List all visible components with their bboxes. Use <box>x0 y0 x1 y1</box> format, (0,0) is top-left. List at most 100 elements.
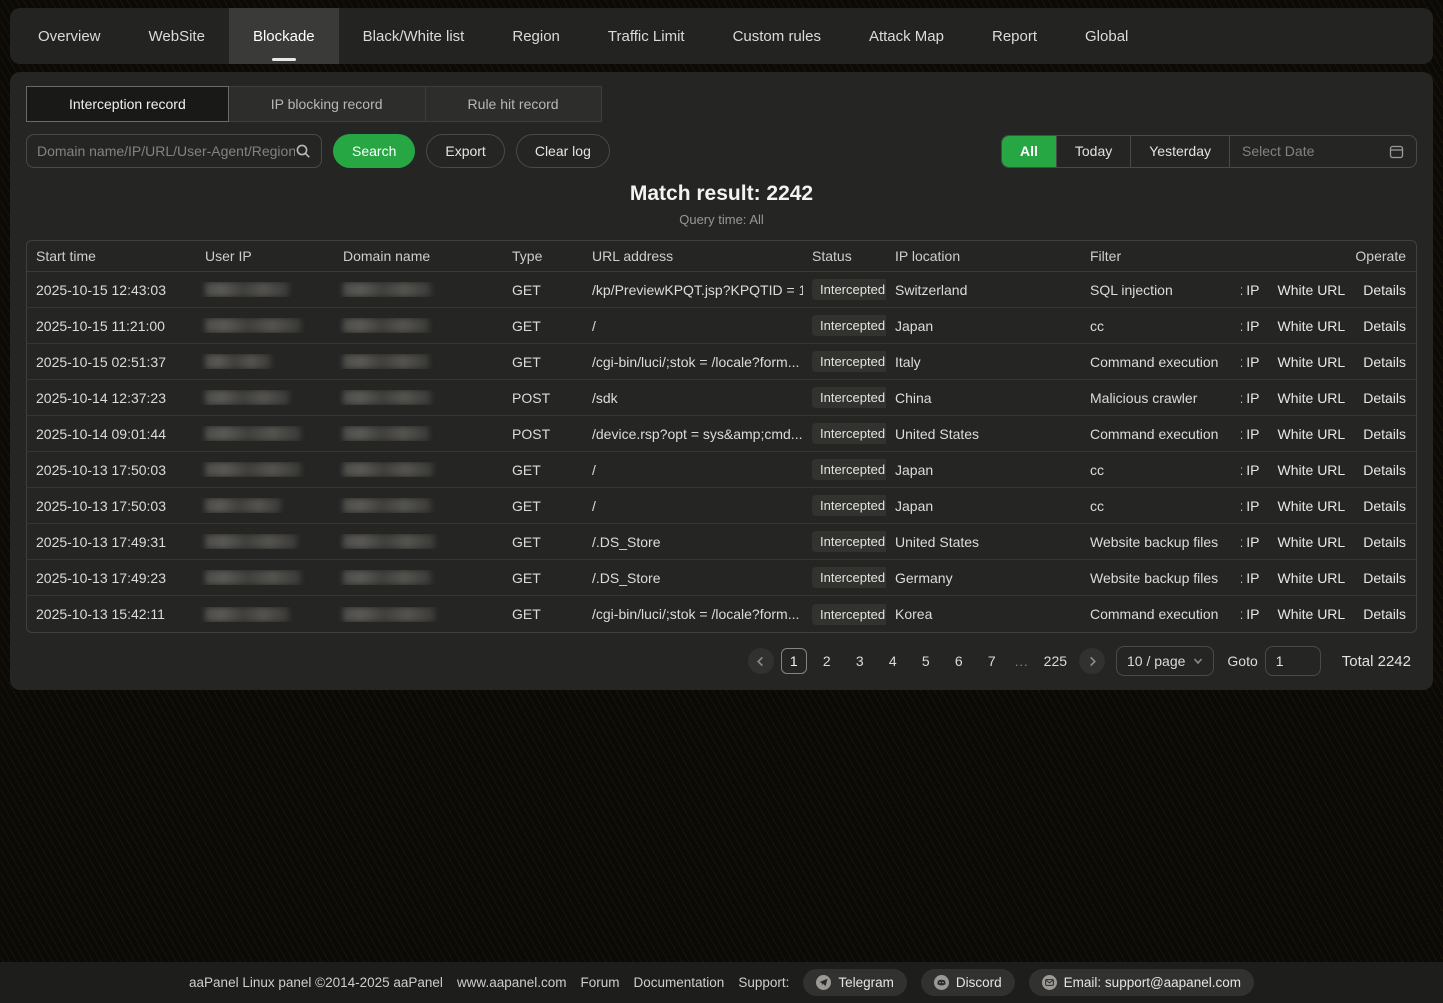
cell-ip-location: Italy <box>886 354 1081 370</box>
footer: aaPanel Linux panel ©2014-2025 aaPanelww… <box>0 962 1443 1003</box>
col-header-url-address: URL address <box>583 248 803 264</box>
cell-type: GET <box>503 354 583 370</box>
date-option-yesterday[interactable]: Yesterday <box>1131 136 1230 167</box>
support-button-telegram[interactable]: Telegram <box>803 969 907 996</box>
redacted-domain <box>343 607 435 622</box>
prev-page-button[interactable] <box>748 648 774 674</box>
action-details[interactable]: Details <box>1363 570 1406 586</box>
table-row: 2025-10-13 15:42:11GET/cgi-bin/luci/;sto… <box>27 596 1416 632</box>
action-white-url[interactable]: White URL <box>1278 570 1346 586</box>
nav-item-traffic-limit[interactable]: Traffic Limit <box>584 8 709 64</box>
action-block-ip[interactable]: Block IP <box>1241 390 1260 406</box>
action-block-ip[interactable]: Block IP <box>1241 318 1260 334</box>
select-date-field[interactable]: Select Date <box>1230 136 1416 167</box>
action-details[interactable]: Details <box>1363 282 1406 298</box>
support-button-discord[interactable]: Discord <box>921 969 1015 996</box>
page-5[interactable]: 5 <box>913 648 939 674</box>
action-details[interactable]: Details <box>1363 354 1406 370</box>
action-details[interactable]: Details <box>1363 426 1406 442</box>
table-row: 2025-10-14 09:01:44POST/device.rsp?opt =… <box>27 416 1416 452</box>
cell-url: / <box>583 498 803 514</box>
action-white-url[interactable]: White URL <box>1278 282 1346 298</box>
page-size-select[interactable]: 10 / page <box>1116 646 1214 676</box>
action-block-ip[interactable]: Block IP <box>1241 570 1260 586</box>
page-ellipsis[interactable]: ... <box>1012 654 1032 669</box>
top-navigation: OverviewWebSiteBlockadeBlack/White listR… <box>10 8 1433 64</box>
support-button-email[interactable]: Email: support@aapanel.com <box>1029 969 1254 996</box>
footer-link-documentation[interactable]: Documentation <box>634 975 725 990</box>
redacted-user-ip <box>205 318 301 333</box>
action-details[interactable]: Details <box>1363 318 1406 334</box>
action-details[interactable]: Details <box>1363 534 1406 550</box>
nav-item-region[interactable]: Region <box>488 8 584 64</box>
action-block-ip[interactable]: Block IP <box>1241 498 1260 514</box>
page-2[interactable]: 2 <box>814 648 840 674</box>
action-white-url[interactable]: White URL <box>1278 498 1346 514</box>
action-block-ip[interactable]: Block IP <box>1241 426 1260 442</box>
date-filter: AllTodayYesterdaySelect Date <box>1001 135 1417 168</box>
action-block-ip[interactable]: Block IP <box>1241 606 1260 622</box>
page-225[interactable]: 225 <box>1039 648 1072 674</box>
cell-operate: Block IP White URL Details <box>1241 498 1416 514</box>
nav-item-blockade[interactable]: Blockade <box>229 8 339 64</box>
cell-type: GET <box>503 606 583 622</box>
nav-item-global[interactable]: Global <box>1061 8 1152 64</box>
action-details[interactable]: Details <box>1363 498 1406 514</box>
cell-operate: Block IP White URL Details <box>1241 426 1416 442</box>
nav-item-attack-map[interactable]: Attack Map <box>845 8 968 64</box>
action-details[interactable]: Details <box>1363 606 1406 622</box>
cell-domain-name <box>334 607 503 622</box>
nav-item-black-white-list[interactable]: Black/White list <box>339 8 489 64</box>
action-white-url[interactable]: White URL <box>1278 318 1346 334</box>
clear-log-button[interactable]: Clear log <box>516 134 610 168</box>
footer-link-forum[interactable]: Forum <box>581 975 620 990</box>
action-white-url[interactable]: White URL <box>1278 354 1346 370</box>
action-block-ip[interactable]: Block IP <box>1241 534 1260 550</box>
search-box[interactable] <box>26 134 322 168</box>
action-white-url[interactable]: White URL <box>1278 606 1346 622</box>
action-block-ip[interactable]: Block IP <box>1241 462 1260 478</box>
search-button[interactable]: Search <box>333 134 415 168</box>
nav-item-website[interactable]: WebSite <box>125 8 229 64</box>
nav-item-custom-rules[interactable]: Custom rules <box>709 8 845 64</box>
date-option-all[interactable]: All <box>1002 136 1057 167</box>
page-4[interactable]: 4 <box>880 648 906 674</box>
cell-user-ip <box>196 354 334 369</box>
redacted-domain <box>343 462 433 477</box>
blockade-panel: Interception recordIP blocking recordRul… <box>10 72 1433 690</box>
col-header-operate: Operate <box>1241 248 1416 264</box>
action-block-ip[interactable]: Block IP <box>1241 282 1260 298</box>
date-option-today[interactable]: Today <box>1057 136 1131 167</box>
result-summary: Match result: 2242 Query time: All <box>26 182 1417 227</box>
redacted-domain <box>343 534 435 549</box>
tab-rule-hit-record[interactable]: Rule hit record <box>426 86 602 122</box>
goto-page-input[interactable] <box>1265 646 1321 676</box>
search-input[interactable] <box>37 143 295 159</box>
cell-status: Intercepted <box>803 279 886 300</box>
action-details[interactable]: Details <box>1363 462 1406 478</box>
page-3[interactable]: 3 <box>847 648 873 674</box>
action-block-ip[interactable]: Block IP <box>1241 354 1260 370</box>
action-white-url[interactable]: White URL <box>1278 534 1346 550</box>
page-1[interactable]: 1 <box>781 648 807 674</box>
table-body: 2025-10-15 12:43:03GET/kp/PreviewKPQT.js… <box>27 272 1416 632</box>
export-button[interactable]: Export <box>426 134 504 168</box>
calendar-icon[interactable] <box>1389 144 1404 159</box>
cell-filter: Command execution <box>1081 426 1241 442</box>
action-white-url[interactable]: White URL <box>1278 390 1346 406</box>
action-white-url[interactable]: White URL <box>1278 462 1346 478</box>
search-icon[interactable] <box>295 143 311 159</box>
action-details[interactable]: Details <box>1363 390 1406 406</box>
interception-table: Start timeUser IPDomain nameTypeURL addr… <box>26 240 1417 633</box>
action-white-url[interactable]: White URL <box>1278 426 1346 442</box>
tab-interception-record[interactable]: Interception record <box>26 86 229 122</box>
site-link[interactable]: www.aapanel.com <box>457 975 567 990</box>
page-7[interactable]: 7 <box>979 648 1005 674</box>
next-page-button[interactable] <box>1079 648 1105 674</box>
nav-item-overview[interactable]: Overview <box>14 8 125 64</box>
cell-domain-name <box>334 570 503 585</box>
page-6[interactable]: 6 <box>946 648 972 674</box>
tab-ip-blocking-record[interactable]: IP blocking record <box>229 86 426 122</box>
cell-user-ip <box>196 318 334 333</box>
nav-item-report[interactable]: Report <box>968 8 1061 64</box>
